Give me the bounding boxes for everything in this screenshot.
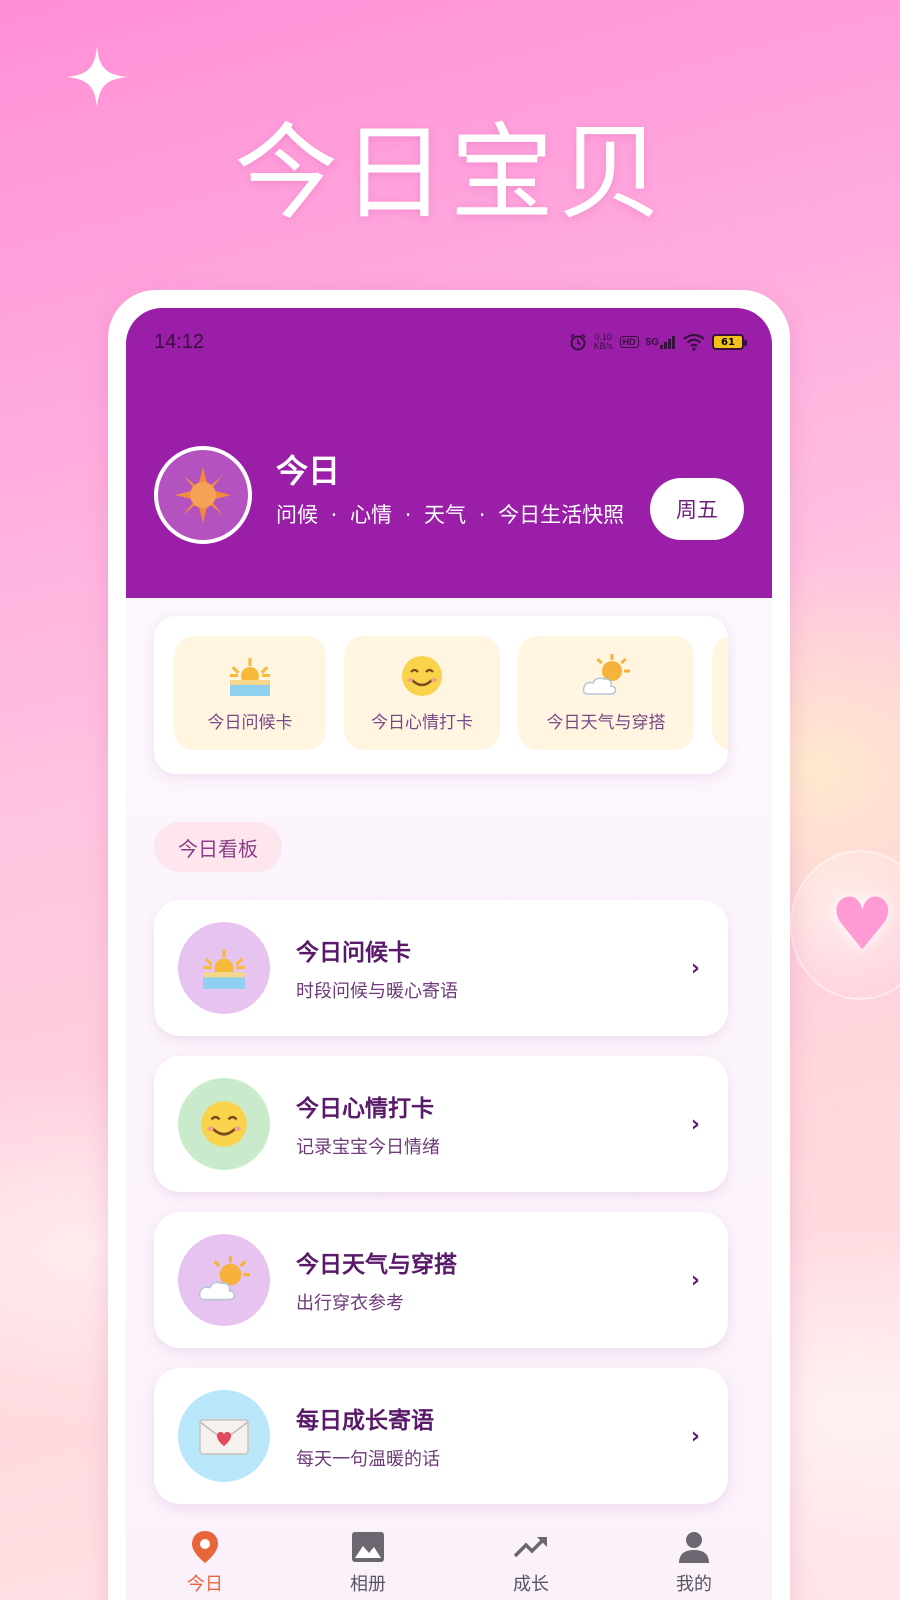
sun-icon [175, 467, 231, 523]
quick-actions-row[interactable]: 今日问候卡 今日心情打卡 今日天气与穿搭 [174, 636, 728, 750]
battery-level: 61 [721, 336, 735, 348]
chevron-right-icon: › [690, 1267, 700, 1293]
header-text: 今日 问候 · 心情 · 天气 · 今日生活快照 [276, 446, 632, 529]
quick-action-label: 今日天气与穿搭 [546, 712, 666, 733]
net-speed-unit: KB/s [593, 341, 613, 351]
header-hero: 今日 问候 · 心情 · 天气 · 今日生活快照 周五 [154, 446, 744, 544]
app-screen: 14:12 0.10 KB/s HD 5G 61 今日 问候 · 心情 · 天气… [126, 308, 772, 1600]
card-greeting[interactable]: 今日问候卡 时段问候与暖心寄语 › [154, 900, 728, 1036]
quick-action-label: 今日问候卡 [207, 712, 293, 733]
promo-title: 今日宝贝 [233, 112, 666, 234]
nav-tab-album[interactable]: 相册 [328, 1522, 408, 1600]
quick-action-mood[interactable]: 今日心情打卡 [344, 636, 500, 750]
quick-action-partial[interactable] [712, 636, 728, 750]
sunrise-icon [226, 654, 274, 698]
avatar[interactable] [154, 446, 252, 544]
weekday-button[interactable]: 周五 [650, 478, 744, 540]
smile-icon [400, 654, 444, 698]
signal-bars-icon [660, 336, 675, 349]
header-subtitle: 问候 · 心情 · 天气 · 今日生活快照 [276, 503, 625, 527]
smile-icon [178, 1078, 270, 1170]
person-icon [679, 1532, 709, 1563]
quick-action-weather[interactable]: 今日天气与穿搭 [518, 636, 694, 750]
card-title: 每日成长寄语 [296, 1408, 434, 1434]
nav-tab-me[interactable]: 我的 [654, 1522, 734, 1600]
nav-label: 相册 [350, 1574, 386, 1595]
network-type: 5G [645, 336, 659, 348]
nav-label: 我的 [676, 1574, 712, 1595]
phone-frame: 14:12 0.10 KB/s HD 5G 61 今日 问候 · 心情 · 天气… [108, 290, 790, 1600]
card-title: 今日天气与穿搭 [296, 1252, 457, 1278]
chevron-right-icon: › [690, 955, 700, 981]
card-title: 今日心情打卡 [296, 1096, 434, 1122]
alarm-icon [570, 333, 586, 351]
signal-indicator: 5G [646, 335, 676, 349]
status-icons: 0.10 KB/s HD 5G 61 [569, 333, 747, 351]
chevron-right-icon: › [690, 1111, 700, 1137]
card-subtitle: 每天一句温暖的话 [296, 1449, 440, 1470]
nav-label: 成长 [513, 1574, 549, 1595]
card-text: 今日问候卡 时段问候与暖心寄语 [296, 933, 691, 1003]
sunrise-icon [178, 922, 270, 1014]
nav-label: 今日 [187, 1574, 223, 1595]
bottom-nav: 今日 相册 成长 我的 [0, 1522, 900, 1600]
nav-tab-today[interactable]: 今日 [165, 1522, 245, 1600]
chevron-right-icon: › [690, 1423, 700, 1449]
card-text: 每日成长寄语 每天一句温暖的话 [296, 1401, 691, 1471]
wifi-icon [683, 333, 705, 351]
quick-action-label: 今日心情打卡 [371, 712, 473, 733]
card-subtitle: 记录宝宝今日情绪 [296, 1137, 440, 1158]
battery-indicator: 61 [712, 334, 747, 350]
quick-actions-card: 今日问候卡 今日心情打卡 今日天气与穿搭 [154, 616, 728, 774]
card-growth-message[interactable]: 每日成长寄语 每天一句温暖的话 › [154, 1368, 728, 1504]
sun-behind-cloud-icon [582, 653, 630, 698]
card-subtitle: 时段问候与暖心寄语 [296, 981, 458, 1002]
love-letter-icon [178, 1390, 270, 1482]
section-tag: 今日看板 [154, 822, 282, 872]
net-speed: 0.10 KB/s [594, 333, 613, 351]
heart-bubble-decoration: ♥ [790, 850, 900, 1000]
status-bar: 14:12 0.10 KB/s HD 5G 61 [154, 330, 747, 354]
location-pin-icon [192, 1531, 218, 1563]
card-subtitle: 出行穿衣参考 [296, 1293, 404, 1314]
image-icon [352, 1532, 384, 1562]
status-time: 14:12 [154, 330, 205, 353]
hd-badge: HD [619, 336, 639, 348]
nav-tab-growth[interactable]: 成长 [491, 1522, 571, 1600]
header-title: 今日 [276, 452, 341, 490]
heart-icon: ♥ [830, 882, 895, 966]
card-text: 今日天气与穿搭 出行穿衣参考 [296, 1245, 691, 1315]
sun-behind-cloud-icon [178, 1234, 270, 1326]
trending-up-icon [513, 1537, 547, 1558]
card-text: 今日心情打卡 记录宝宝今日情绪 [296, 1089, 691, 1159]
quick-action-greeting[interactable]: 今日问候卡 [174, 636, 326, 750]
header: 14:12 0.10 KB/s HD 5G 61 今日 问候 · 心情 · 天气… [126, 308, 772, 598]
card-weather[interactable]: 今日天气与穿搭 出行穿衣参考 › [154, 1212, 728, 1348]
card-title: 今日问候卡 [296, 940, 411, 966]
card-mood[interactable]: 今日心情打卡 记录宝宝今日情绪 › [154, 1056, 728, 1192]
